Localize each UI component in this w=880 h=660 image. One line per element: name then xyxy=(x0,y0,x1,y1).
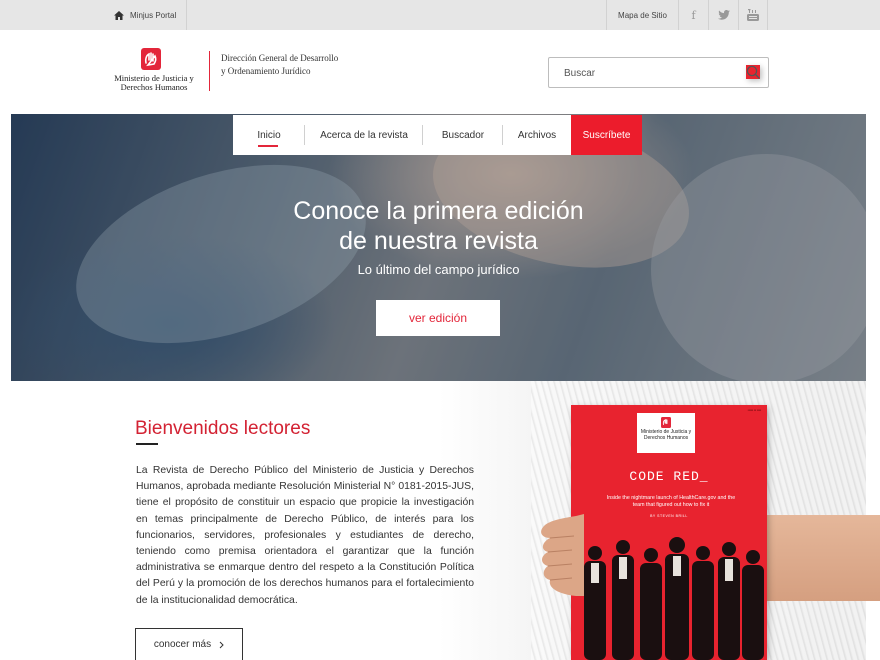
nav-item-acerca[interactable]: Acerca de la revista xyxy=(305,115,423,155)
search-box xyxy=(548,57,769,88)
header-divider xyxy=(209,51,210,91)
minjus-portal-label: Minjus Portal xyxy=(130,10,177,20)
search-icon[interactable] xyxy=(746,65,760,79)
hero-title: Conoce la primera edición de nuestra rev… xyxy=(11,196,866,256)
nav-item-label: Acerca de la revista xyxy=(320,129,408,141)
facebook-icon: f xyxy=(691,8,696,22)
youtube-link[interactable] xyxy=(738,0,768,30)
youtube-icon xyxy=(747,9,759,21)
conocer-mas-label: conocer más xyxy=(153,639,212,650)
twitter-icon xyxy=(717,10,730,20)
ministry-emblem-icon xyxy=(141,48,161,70)
ministry-name: Ministerio de Justicia y Derechos Humano… xyxy=(114,73,194,92)
magazine-headline: CODE RED_ xyxy=(629,469,709,484)
active-indicator xyxy=(258,145,278,147)
hero-title-line: de nuestra revista xyxy=(339,227,538,255)
nav-item-inicio[interactable]: Inicio xyxy=(233,115,305,155)
magazine-badge: Ministerio de Justicia y Derechos Humano… xyxy=(637,413,695,453)
ver-edicion-button[interactable]: ver edición xyxy=(376,300,500,336)
ministry-logo[interactable]: Ministerio de Justicia y Derechos Humano… xyxy=(108,46,200,94)
main-nav: Inicio Acerca de la revista Buscador Arc… xyxy=(233,115,642,155)
nav-item-label: Archivos xyxy=(517,129,557,141)
home-icon xyxy=(114,10,124,20)
facebook-link[interactable]: f xyxy=(678,0,708,30)
magazine-deck: Inside the nightmare launch of HealthCar… xyxy=(606,495,736,508)
magazine-people-photo xyxy=(584,537,764,660)
magazine-cover[interactable]: ▪▪▪▪▪ ▪▪ ▪▪▪▪ Ministerio de Justicia y D… xyxy=(571,405,767,660)
chevron-right-icon xyxy=(219,641,224,648)
hand-image xyxy=(541,514,584,596)
department-name: Dirección General de Desarrollo y Ordena… xyxy=(221,53,339,76)
hero-subtitle: Lo último del campo jurídico xyxy=(357,262,520,277)
title-underline xyxy=(136,443,158,445)
nav-item-buscador[interactable]: Buscador xyxy=(423,115,503,155)
top-utility-bar: Minjus Portal Mapa de Sitio f xyxy=(0,0,880,30)
magazine-issue-text: ▪▪▪▪▪ ▪▪ ▪▪▪▪ xyxy=(747,408,761,412)
nav-item-label: Buscador xyxy=(441,129,485,141)
subscribe-button[interactable]: Suscríbete xyxy=(571,115,642,155)
sitemap-link[interactable]: Mapa de Sitio xyxy=(606,0,678,30)
hero-title-line: Conoce la primera edición xyxy=(293,197,584,225)
ministry-emblem-icon xyxy=(661,417,671,428)
search-input[interactable] xyxy=(564,65,729,81)
magazine-badge-text: Ministerio de Justicia y Derechos Humano… xyxy=(640,429,692,441)
nav-item-label: Inicio xyxy=(257,129,281,141)
welcome-body: La Revista de Derecho Público del Minist… xyxy=(136,465,474,606)
welcome-title: Bienvenidos lectores xyxy=(135,418,311,439)
minjus-portal-link[interactable]: Minjus Portal xyxy=(114,0,188,30)
magazine-byline: BY STEVEN BRILL xyxy=(650,514,688,518)
twitter-link[interactable] xyxy=(708,0,738,30)
nav-item-archivos[interactable]: Archivos xyxy=(503,115,571,155)
conocer-mas-button[interactable]: conocer más xyxy=(135,628,243,660)
